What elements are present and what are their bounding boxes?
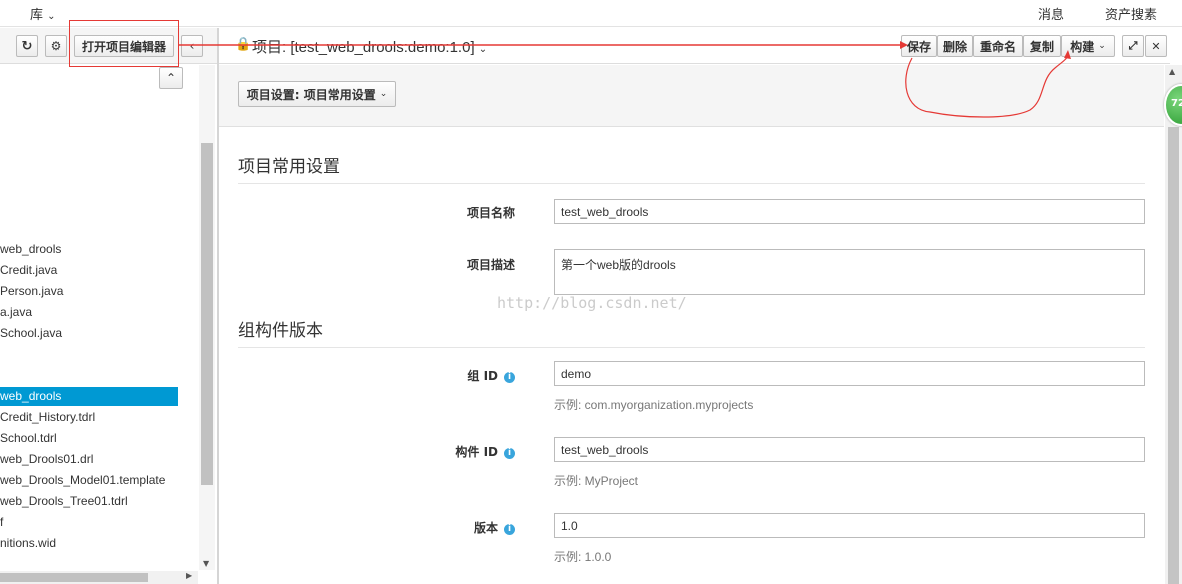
annotation-arrows xyxy=(179,41,1071,118)
annotation-arrowhead xyxy=(900,41,908,49)
annotation-curve xyxy=(905,55,1069,118)
annotation-curve-arrowhead xyxy=(1064,50,1071,59)
